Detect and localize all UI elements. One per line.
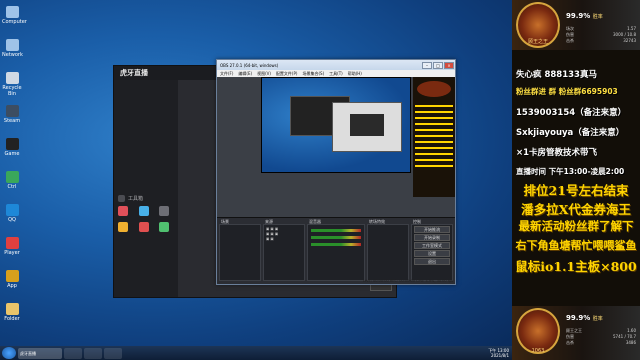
desktop-icon[interactable]: Game	[2, 138, 22, 157]
obs-status-bar: LIVE: 00:00:00 REC: 00:00:00 CPU: 4.9%, …	[363, 279, 453, 283]
volume-meter	[311, 229, 361, 232]
tool-icon[interactable]	[138, 206, 149, 216]
taskbar-app[interactable]	[104, 347, 122, 359]
exit-button[interactable]: 退出	[414, 258, 450, 265]
rank-name: 顾王之王	[527, 39, 548, 45]
obs-menu-item[interactable]: 场景集合(S)	[302, 71, 324, 77]
tool-icon[interactable]	[118, 206, 128, 216]
transitions-panel[interactable]: 转场特效	[367, 219, 409, 281]
desktop-icon[interactable]: App	[2, 270, 22, 289]
tool-icon[interactable]	[138, 222, 149, 232]
overlay-big-5: 鼠标io1.1主板×800	[515, 259, 637, 274]
overlay-line-6: 直播时间 下午13:00-凌晨2:00	[516, 167, 625, 176]
win-rate: 99.9% 胜率	[566, 314, 603, 322]
overlay-line-4: Sxkjiayouya（备注来意）	[516, 128, 625, 138]
obs-menu-item[interactable]: 配置文件(P)	[276, 71, 298, 77]
app-icon	[5, 105, 19, 117]
stat-row: 击杀 3486	[566, 340, 636, 345]
preview-right-overlay	[413, 77, 455, 197]
overlay-line-2: 粉丝群进 群 粉丝群6695903	[516, 87, 618, 96]
taskbar-app[interactable]	[64, 347, 82, 359]
app-icon	[5, 6, 19, 18]
minimize-button[interactable]: –	[422, 61, 432, 69]
rank-card-bottom: 1063 99.9% 胜率 顾王之王 1.60 伤害 5741 / 70.7 击杀 3…	[512, 306, 640, 360]
obs-title: OBS 27.0.1 (64-bit, windows)	[220, 62, 279, 68]
stat-row: 击杀 32743	[566, 38, 636, 43]
app-icon	[5, 204, 19, 216]
desktop-icon[interactable]: Network	[2, 39, 23, 58]
tool-icon[interactable]	[118, 222, 128, 232]
maximize-button[interactable]: □	[433, 61, 443, 69]
sources-panel[interactable]: 来源 ▣ ▣ ▣ ▣ ▣ ▣ ▣ ▣	[263, 219, 305, 281]
obs-preview	[217, 77, 455, 217]
volume-meter	[311, 236, 361, 239]
overlay-big-3: 最新活动粉丝群了解下	[518, 219, 634, 233]
desktop-icon[interactable]: Ctrl	[2, 171, 22, 190]
controls-panel: 控制 开始推流 开始录制 工作室模式 设置 退出	[411, 219, 453, 281]
desktop: Computer Network Recycle Bin Steam Game Ctrl Q…	[0, 0, 512, 346]
recursive-preview	[261, 77, 411, 173]
overlay-big-4: 右下角鱼塘帮忙喂喂鲨鱼	[515, 239, 637, 252]
app-icon	[5, 72, 19, 84]
tool-icon[interactable]	[159, 206, 170, 216]
overlay-line-1: 失心疯 888133真马	[516, 70, 597, 80]
obs-menu-item[interactable]: 帮助(H)	[348, 71, 362, 77]
obs-menu-item[interactable]: 文件(F)	[220, 71, 233, 77]
toolbox-icon	[118, 195, 125, 202]
app-sidebar: 工具箱	[114, 80, 178, 297]
tool-icon[interactable]	[159, 222, 170, 232]
audio-mixer-panel[interactable]: 混音器	[307, 219, 365, 281]
app-icon	[5, 270, 19, 282]
obs-menu-item[interactable]: 编辑(E)	[238, 71, 252, 77]
taskbar: 虎牙直播 下午 13:00 2021/8/1	[0, 346, 512, 360]
taskbar-app[interactable]	[84, 347, 102, 359]
obs-window[interactable]: OBS 27.0.1 (64-bit, windows) – □ × 文件(F)…	[216, 59, 456, 285]
start-recording-button[interactable]: 开始录制	[414, 234, 450, 241]
obs-title-bar: OBS 27.0.1 (64-bit, windows) – □ ×	[217, 60, 455, 70]
app-icon	[5, 39, 19, 51]
desktop-icon[interactable]: QQ	[2, 204, 22, 223]
obs-menu-item[interactable]: 视图(V)	[257, 71, 271, 77]
app-icon	[5, 138, 19, 150]
app-icon	[5, 303, 19, 315]
desktop-icon[interactable]: Computer	[2, 6, 27, 25]
app-icon	[5, 237, 19, 249]
taskbar-app-streamer[interactable]: 虎牙直播	[18, 347, 62, 359]
rank-level: 1063	[531, 348, 545, 354]
desktop-icon[interactable]: Folder	[2, 303, 22, 322]
menu-item-toolbox[interactable]: 工具箱	[114, 192, 178, 205]
desktop-icon[interactable]: Player	[2, 237, 22, 256]
desktop-icon[interactable]: Steam	[2, 105, 22, 124]
overlay-line-3: 1539003154（备注来意）	[516, 108, 627, 118]
close-button[interactable]: ×	[444, 61, 454, 69]
start-button[interactable]	[2, 347, 16, 359]
app-logo: 虎牙直播	[120, 69, 148, 77]
desktop-icon[interactable]: Recycle Bin	[2, 72, 22, 97]
win-rate: 99.9% 胜率	[566, 12, 603, 20]
start-streaming-button[interactable]: 开始推流	[414, 226, 450, 233]
app-icon	[5, 171, 19, 183]
scenes-panel[interactable]: 场景	[219, 219, 261, 281]
settings-button[interactable]: 设置	[414, 250, 450, 257]
obs-menu-bar: 文件(F) 编辑(E) 视图(V) 配置文件(P) 场景集合(S) 工具(T) 帮助(H)	[217, 70, 455, 77]
studio-mode-button[interactable]: 工作室模式	[414, 242, 450, 249]
overlay-big-2: 潘多拉X代金券海王	[521, 202, 631, 217]
obs-menu-item[interactable]: 工具(T)	[329, 71, 343, 77]
stream-overlay-panel: 顾王之王 99.9% 胜率 场次 1.57 伤害 3000 / 10.8 击杀 327…	[512, 0, 640, 360]
overlay-line-5: ×1卡房管教技术带飞	[516, 148, 598, 158]
volume-meter	[311, 243, 361, 246]
overlay-big-1: 排位21号左右结束	[523, 183, 629, 198]
system-clock[interactable]: 下午 13:00 2021/8/1	[488, 348, 512, 358]
obs-dock-panel: 场景 来源 ▣ ▣ ▣ ▣ ▣ ▣ ▣ ▣ 混音器 转场特效 控制 开始推流 开始录…	[217, 217, 455, 284]
rank-card-top: 顾王之王 99.9% 胜率 场次 1.57 伤害 3000 / 10.8 击杀 327…	[512, 0, 640, 50]
